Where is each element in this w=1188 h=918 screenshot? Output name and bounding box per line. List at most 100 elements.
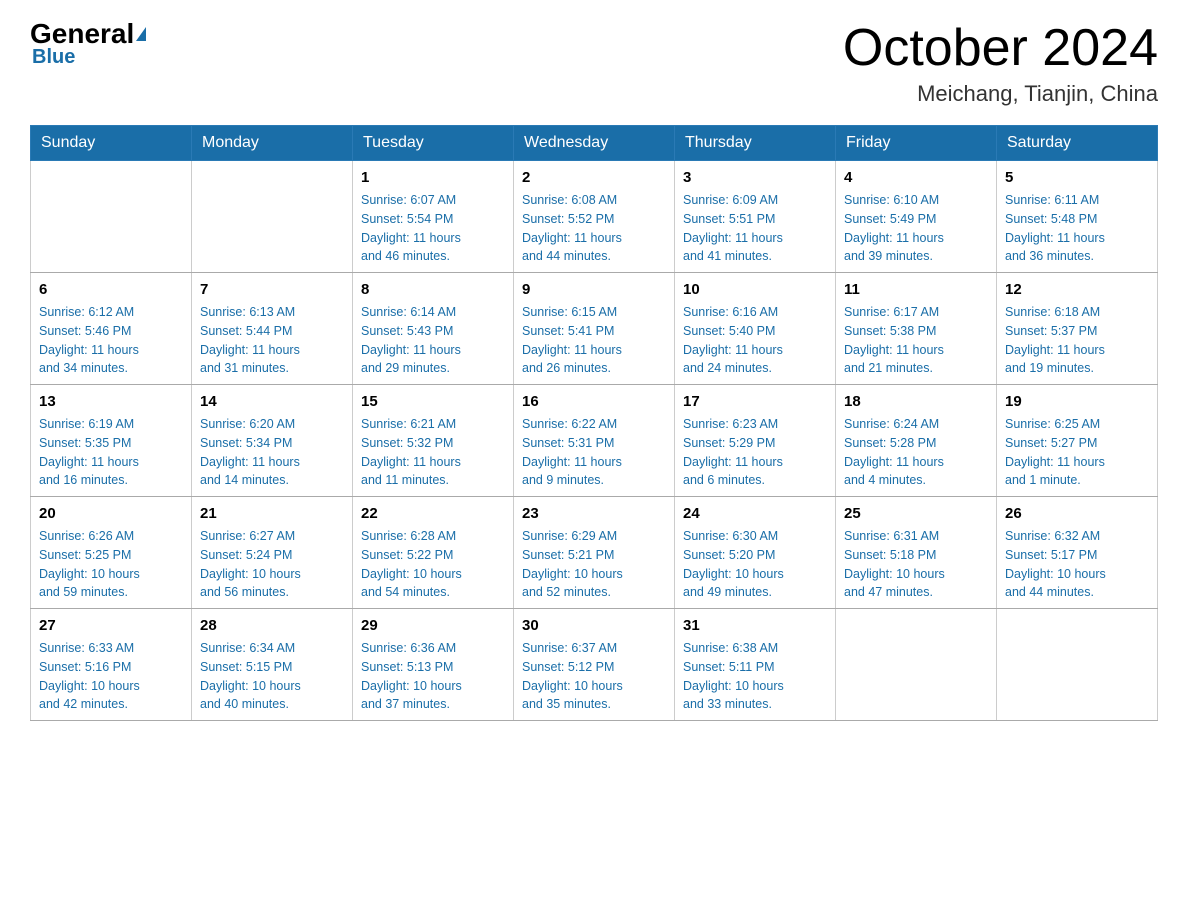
table-row: 7Sunrise: 6:13 AM Sunset: 5:44 PM Daylig… [192, 273, 353, 385]
table-row: 23 Sunrise: 6:29 AM Sunset: 5:21 PM Dayli… [514, 497, 675, 609]
logo-blue-text: Blue [30, 46, 75, 69]
day-number: 11 [844, 279, 988, 300]
col-sunday: Sunday [31, 126, 192, 161]
day-number: 13 [39, 391, 183, 412]
day-number: 17 [683, 391, 827, 412]
day-info: Sunrise: 6:13 AM Sunset: 5:44 PM Dayligh… [200, 303, 344, 378]
page-subtitle: Meichang, Tianjin, China [843, 81, 1158, 107]
table-row: 26Sunrise: 6:32 AM Sunset: 5:17 PM Dayli… [997, 497, 1158, 609]
day-info: Sunrise: 6:14 AM Sunset: 5:43 PM Dayligh… [361, 303, 505, 378]
day-info: Sunrise: 6:12 AM Sunset: 5:46 PM Dayligh… [39, 303, 183, 378]
day-info: Sunrise: 6:23 AM Sunset: 5:29 PM Dayligh… [683, 415, 827, 490]
day-number: 8 [361, 279, 505, 300]
calendar-week-row: 1 Sunrise: 6:07 AM Sunset: 5:54 PM Daylig… [31, 161, 1158, 273]
day-info: Sunrise: 6:30 AM Sunset: 5:20 PM Dayligh… [683, 527, 827, 602]
day-number: 18 [844, 391, 988, 412]
day-info: Sunrise: 6:15 AM Sunset: 5:41 PM Dayligh… [522, 303, 666, 378]
table-row: 28 Sunrise: 6:34 AM Sunset: 5:15 PM Dayli… [192, 609, 353, 721]
table-row: 27Sunrise: 6:33 AM Sunset: 5:16 PM Dayli… [31, 609, 192, 721]
day-number: 2 [522, 167, 666, 188]
table-row [836, 609, 997, 721]
table-row: 13 Sunrise: 6:19 AM Sunset: 5:35 PM Dayli… [31, 385, 192, 497]
col-tuesday: Tuesday [353, 126, 514, 161]
day-number: 6 [39, 279, 183, 300]
day-info: Sunrise: 6:21 AM Sunset: 5:32 PM Dayligh… [361, 415, 505, 490]
calendar-table: Sunday Monday Tuesday Wednesday Thursday… [30, 125, 1158, 721]
day-info: Sunrise: 6:17 AM Sunset: 5:38 PM Dayligh… [844, 303, 988, 378]
day-number: 24 [683, 503, 827, 524]
table-row: 22 Sunrise: 6:28 AM Sunset: 5:22 PM Dayli… [353, 497, 514, 609]
table-row: 6 Sunrise: 6:12 AM Sunset: 5:46 PM Daylig… [31, 273, 192, 385]
day-info: Sunrise: 6:38 AM Sunset: 5:11 PM Dayligh… [683, 639, 827, 714]
day-info: Sunrise: 6:31 AM Sunset: 5:18 PM Dayligh… [844, 527, 988, 602]
table-row: 9 Sunrise: 6:15 AM Sunset: 5:41 PM Daylig… [514, 273, 675, 385]
calendar-week-row: 13 Sunrise: 6:19 AM Sunset: 5:35 PM Dayli… [31, 385, 1158, 497]
day-info: Sunrise: 6:20 AM Sunset: 5:34 PM Dayligh… [200, 415, 344, 490]
day-info: Sunrise: 6:28 AM Sunset: 5:22 PM Dayligh… [361, 527, 505, 602]
day-number: 14 [200, 391, 344, 412]
day-info: Sunrise: 6:19 AM Sunset: 5:35 PM Dayligh… [39, 415, 183, 490]
day-info: Sunrise: 6:36 AM Sunset: 5:13 PM Dayligh… [361, 639, 505, 714]
col-friday: Friday [836, 126, 997, 161]
day-info: Sunrise: 6:09 AM Sunset: 5:51 PM Dayligh… [683, 191, 827, 266]
day-number: 25 [844, 503, 988, 524]
day-info: Sunrise: 6:37 AM Sunset: 5:12 PM Dayligh… [522, 639, 666, 714]
day-number: 21 [200, 503, 344, 524]
day-info: Sunrise: 6:07 AM Sunset: 5:54 PM Dayligh… [361, 191, 505, 266]
day-number: 23 [522, 503, 666, 524]
day-info: Sunrise: 6:10 AM Sunset: 5:49 PM Dayligh… [844, 191, 988, 266]
table-row: 8 Sunrise: 6:14 AM Sunset: 5:43 PM Daylig… [353, 273, 514, 385]
table-row: 11 Sunrise: 6:17 AM Sunset: 5:38 PM Dayli… [836, 273, 997, 385]
table-row: 12 Sunrise: 6:18 AM Sunset: 5:37 PM Dayli… [997, 273, 1158, 385]
day-number: 22 [361, 503, 505, 524]
table-row: 17 Sunrise: 6:23 AM Sunset: 5:29 PM Dayli… [675, 385, 836, 497]
page-title: October 2024 [843, 20, 1158, 77]
day-number: 27 [39, 615, 183, 636]
table-row [192, 161, 353, 273]
day-info: Sunrise: 6:08 AM Sunset: 5:52 PM Dayligh… [522, 191, 666, 266]
day-info: Sunrise: 6:16 AM Sunset: 5:40 PM Dayligh… [683, 303, 827, 378]
day-info: Sunrise: 6:26 AM Sunset: 5:25 PM Dayligh… [39, 527, 183, 602]
day-number: 30 [522, 615, 666, 636]
day-number: 19 [1005, 391, 1149, 412]
col-monday: Monday [192, 126, 353, 161]
day-info: Sunrise: 6:34 AM Sunset: 5:15 PM Dayligh… [200, 639, 344, 714]
day-number: 28 [200, 615, 344, 636]
day-info: Sunrise: 6:29 AM Sunset: 5:21 PM Dayligh… [522, 527, 666, 602]
day-number: 20 [39, 503, 183, 524]
day-number: 29 [361, 615, 505, 636]
table-row: 18 Sunrise: 6:24 AM Sunset: 5:28 PM Dayli… [836, 385, 997, 497]
day-number: 31 [683, 615, 827, 636]
day-number: 9 [522, 279, 666, 300]
day-number: 12 [1005, 279, 1149, 300]
table-row: 31 Sunrise: 6:38 AM Sunset: 5:11 PM Dayli… [675, 609, 836, 721]
table-row: 29 Sunrise: 6:36 AM Sunset: 5:13 PM Dayli… [353, 609, 514, 721]
table-row [31, 161, 192, 273]
day-number: 4 [844, 167, 988, 188]
header: General Blue October 2024 Meichang, Tian… [30, 20, 1158, 107]
table-row: 21Sunrise: 6:27 AM Sunset: 5:24 PM Dayli… [192, 497, 353, 609]
day-number: 1 [361, 167, 505, 188]
day-info: Sunrise: 6:11 AM Sunset: 5:48 PM Dayligh… [1005, 191, 1149, 266]
table-row: 14 Sunrise: 6:20 AM Sunset: 5:34 PM Dayli… [192, 385, 353, 497]
table-row: 5Sunrise: 6:11 AM Sunset: 5:48 PM Daylig… [997, 161, 1158, 273]
table-row: 30 Sunrise: 6:37 AM Sunset: 5:12 PM Dayli… [514, 609, 675, 721]
table-row: 1 Sunrise: 6:07 AM Sunset: 5:54 PM Daylig… [353, 161, 514, 273]
table-row: 10 Sunrise: 6:16 AM Sunset: 5:40 PM Dayli… [675, 273, 836, 385]
day-number: 26 [1005, 503, 1149, 524]
title-area: October 2024 Meichang, Tianjin, China [843, 20, 1158, 107]
table-row: 4 Sunrise: 6:10 AM Sunset: 5:49 PM Daylig… [836, 161, 997, 273]
day-number: 10 [683, 279, 827, 300]
table-row: 16Sunrise: 6:22 AM Sunset: 5:31 PM Dayli… [514, 385, 675, 497]
day-info: Sunrise: 6:18 AM Sunset: 5:37 PM Dayligh… [1005, 303, 1149, 378]
col-thursday: Thursday [675, 126, 836, 161]
table-row [997, 609, 1158, 721]
logo: General Blue [30, 20, 146, 69]
day-number: 3 [683, 167, 827, 188]
table-row: 2 Sunrise: 6:08 AM Sunset: 5:52 PM Daylig… [514, 161, 675, 273]
calendar-week-row: 27Sunrise: 6:33 AM Sunset: 5:16 PM Dayli… [31, 609, 1158, 721]
day-info: Sunrise: 6:24 AM Sunset: 5:28 PM Dayligh… [844, 415, 988, 490]
table-row: 25 Sunrise: 6:31 AM Sunset: 5:18 PM Dayli… [836, 497, 997, 609]
table-row: 20 Sunrise: 6:26 AM Sunset: 5:25 PM Dayli… [31, 497, 192, 609]
calendar-header-row: Sunday Monday Tuesday Wednesday Thursday… [31, 126, 1158, 161]
